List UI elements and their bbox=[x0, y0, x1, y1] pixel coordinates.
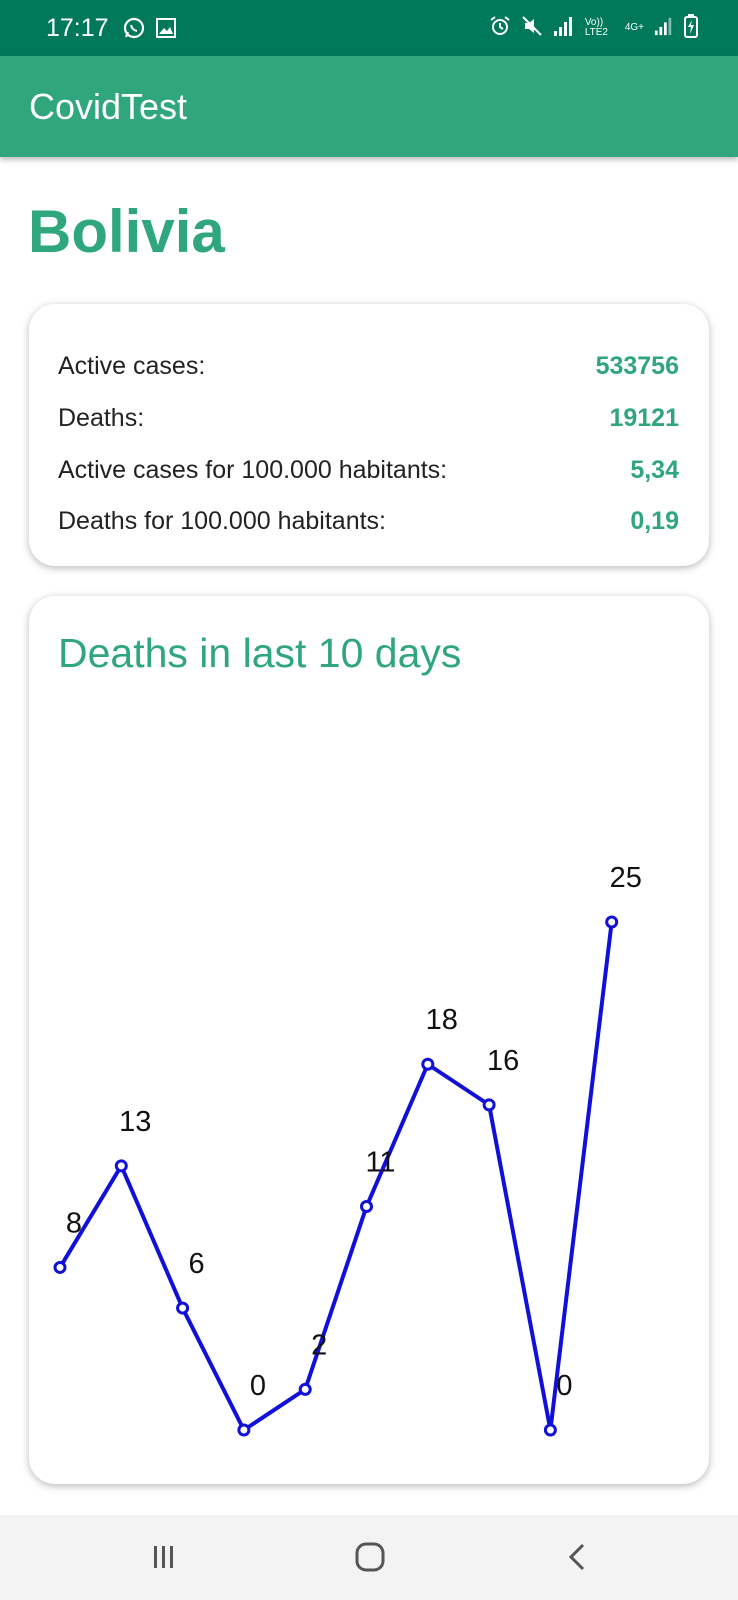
country-title: Bolivia bbox=[28, 198, 225, 265]
stat-value: 5,34 bbox=[630, 455, 679, 484]
series-line bbox=[58, 921, 614, 1432]
alarm-icon bbox=[489, 15, 511, 41]
data-point bbox=[543, 1423, 557, 1437]
back-button[interactable] bbox=[548, 1535, 608, 1579]
data-point bbox=[482, 1098, 496, 1112]
data-label: 25 bbox=[610, 862, 642, 894]
stat-label: Active cases: bbox=[58, 351, 206, 380]
data-point bbox=[176, 1301, 190, 1315]
stat-row-deaths-per-100k: Deaths for 100.000 habitants: 0,19 bbox=[58, 503, 679, 539]
volte-icon: Vo)) LTE2 bbox=[584, 17, 608, 38]
stat-row-deaths: Deaths: 19121 bbox=[58, 400, 679, 436]
data-label: 2 bbox=[311, 1329, 327, 1361]
data-label: 18 bbox=[426, 1004, 458, 1036]
data-label: 0 bbox=[556, 1370, 572, 1402]
data-point bbox=[298, 1382, 312, 1396]
data-point bbox=[360, 1199, 373, 1213]
data-point bbox=[605, 915, 619, 929]
status-right-icons: Vo)) LTE2 4G+ bbox=[489, 14, 698, 42]
data-point bbox=[114, 1159, 128, 1173]
signal-icon bbox=[553, 16, 575, 40]
recents-icon bbox=[154, 1546, 173, 1568]
stat-value: 533756 bbox=[595, 351, 679, 380]
data-label: 8 bbox=[66, 1207, 82, 1239]
data-point bbox=[237, 1423, 251, 1437]
status-time: 17:17 bbox=[46, 14, 109, 42]
home-icon bbox=[355, 1542, 385, 1572]
chart-card: Deaths in last 10 days 8 13 6 0 2 11 18 16 0 25 bbox=[29, 596, 709, 1484]
stat-label: Active cases for 100.000 habitants: bbox=[58, 455, 448, 484]
app-title: CovidTest bbox=[29, 86, 188, 127]
stats-card: Active cases: 533756 Deaths: 19121 Activ… bbox=[29, 304, 709, 566]
signal-icon bbox=[654, 16, 674, 40]
home-button[interactable] bbox=[340, 1535, 400, 1579]
recents-button[interactable] bbox=[134, 1535, 194, 1579]
stat-row-active-cases-per-100k: Active cases for 100.000 habitants: 5,34 bbox=[58, 452, 679, 488]
data-label: 0 bbox=[250, 1370, 266, 1402]
stat-value: 0,19 bbox=[630, 506, 679, 535]
deaths-line-chart: 8 13 6 0 2 11 18 16 0 25 bbox=[53, 862, 642, 1437]
stat-label: Deaths: bbox=[58, 403, 145, 432]
stat-label: Deaths for 100.000 habitants: bbox=[58, 506, 387, 535]
app-bar: CovidTest bbox=[0, 56, 738, 157]
data-point bbox=[53, 1260, 67, 1274]
data-label: 11 bbox=[365, 1146, 395, 1178]
4g-icon: 4G+ bbox=[624, 22, 644, 33]
mute-icon bbox=[521, 15, 543, 41]
whatsapp-icon bbox=[122, 16, 146, 44]
data-label: 13 bbox=[119, 1106, 151, 1138]
nav-bar bbox=[0, 1515, 738, 1600]
data-label: 16 bbox=[487, 1045, 519, 1077]
stat-row-active-cases: Active cases: 533756 bbox=[58, 348, 679, 384]
data-point bbox=[421, 1057, 435, 1071]
stat-value: 19121 bbox=[609, 403, 679, 432]
gallery-icon bbox=[154, 16, 178, 44]
status-left-icons bbox=[122, 16, 178, 44]
back-icon bbox=[568, 1543, 585, 1571]
status-bar: 17:17 Vo)) LTE2 4G+ bbox=[0, 0, 738, 56]
data-label: 6 bbox=[189, 1248, 205, 1280]
battery-charging-icon bbox=[684, 14, 698, 42]
